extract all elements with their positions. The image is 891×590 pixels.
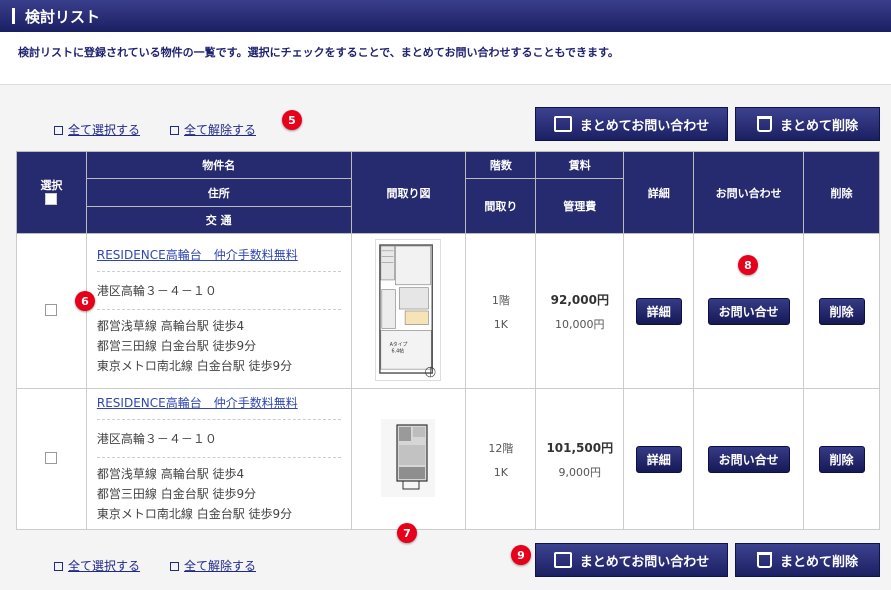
checkbox-icon (170, 126, 180, 135)
station-line: 都営三田線 白金台駅 徒歩9分 (96, 487, 257, 501)
bulk-inquiry-button[interactable]: まとめてお問い合わせ (535, 107, 728, 141)
property-info: RESIDENCE高輪台 仲介手数料無料 港区高輪３－４－１０ 都営浅草線 高輪… (85, 233, 352, 389)
favorites-table: 選択 物件名 間取り図 階数 賃料 詳細 お問い合わせ 削除 住所 間取り 管理… (16, 151, 880, 530)
layout-value: 1K (493, 317, 508, 331)
col-rent: 賃料 (535, 151, 625, 179)
annotation-marker-5: 5 (282, 110, 302, 130)
col-address: 住所 (85, 178, 352, 207)
annotation-marker-8: 8 (738, 255, 758, 275)
mail-icon (553, 552, 572, 568)
delete-button[interactable]: 削除 (818, 297, 865, 325)
bulk-inquiry-button-bottom[interactable]: まとめてお問い合わせ (535, 543, 728, 577)
header-accent (12, 8, 15, 24)
station-line: 東京メトロ南北線 白金台駅 徒歩9分 (96, 507, 293, 521)
floorplan-image[interactable] (381, 418, 436, 497)
col-select: 選択 (16, 151, 87, 234)
row-select-cell (16, 388, 87, 530)
delete-cell: 削除 (803, 233, 880, 389)
trash-icon (756, 116, 772, 132)
col-detail: 詳細 (623, 151, 695, 234)
station-line: 都営浅草線 高輪台駅 徒歩4 (96, 467, 245, 481)
property-address: 港区高輪３－４－１０ (96, 430, 341, 458)
col-floorplan: 間取り図 (350, 151, 467, 234)
floor-cell: 12階 1K (465, 388, 537, 530)
inquiry-button[interactable]: お問い合せ (707, 445, 790, 473)
table-row: RESIDENCE高輪台 仲介手数料無料 港区高輪３－４－１０ 都営浅草線 高輪… (16, 388, 880, 530)
floorplan-cell (350, 388, 467, 530)
fee-value: 9,000円 (558, 465, 602, 479)
rent-value: 101,500円 (546, 440, 614, 455)
annotation-marker-9: 9 (511, 545, 531, 565)
svg-text:Aタイプ: Aタイプ (390, 340, 408, 347)
col-transport: 交 通 (85, 206, 352, 234)
property-name-link[interactable]: RESIDENCE高輪台 仲介手数料無料 (96, 246, 341, 272)
col-layout: 間取り (465, 178, 537, 234)
selection-links-top: 全て選択する 全て解除する (54, 121, 256, 138)
detail-button[interactable]: 詳細 (635, 297, 682, 325)
row-select-cell (16, 233, 87, 389)
select-all-link[interactable]: 全て選択する (54, 557, 140, 574)
select-all-link[interactable]: 全て選択する (54, 121, 140, 138)
floor-value: 12階 (488, 441, 514, 455)
delete-button[interactable]: 削除 (818, 445, 865, 473)
selection-links-bottom: 全て選択する 全て解除する (54, 557, 256, 574)
inquiry-cell: お問い合せ (693, 388, 805, 530)
rent-cell: 101,500円 9,000円 (535, 388, 625, 530)
row-checkbox[interactable] (45, 303, 58, 316)
rent-value: 92,000円 (550, 292, 609, 307)
layout-value: 1K (493, 465, 508, 479)
floorplan-cell: Aタイプ 6.4帖 (350, 233, 467, 389)
station-line: 東京メトロ南北線 白金台駅 徒歩9分 (96, 359, 293, 373)
intro-text: 検討リストに登録されている物件の一覧です。選択にチェックをすることで、まとめてお… (0, 32, 891, 85)
col-inquiry: お問い合わせ (693, 151, 805, 234)
checkbox-icon (54, 562, 63, 571)
delete-cell: 削除 (803, 388, 880, 530)
checkbox-icon (54, 126, 63, 135)
detail-cell: 詳細 (623, 233, 695, 389)
trash-icon (756, 552, 772, 568)
page-header: 検討リスト (0, 0, 891, 32)
svg-text:6.4帖: 6.4帖 (392, 347, 405, 354)
bulk-delete-button-bottom[interactable]: まとめて削除 (735, 543, 880, 577)
mail-icon (553, 116, 572, 132)
fee-value: 10,000円 (555, 317, 605, 331)
floor-cell: 1階 1K (465, 233, 537, 389)
floorplan-image[interactable]: Aタイプ 6.4帖 (375, 238, 442, 381)
property-address: 港区高輪３－４－１０ (96, 282, 341, 310)
checkbox-icon (170, 562, 180, 571)
inquiry-button[interactable]: お問い合せ (707, 297, 790, 325)
page-title: 検討リスト (25, 7, 101, 26)
property-name-link[interactable]: RESIDENCE高輪台 仲介手数料無料 (96, 394, 341, 420)
bulk-delete-button[interactable]: まとめて削除 (735, 107, 880, 141)
rent-cell: 92,000円 10,000円 (535, 233, 625, 389)
detail-button[interactable]: 詳細 (635, 445, 682, 473)
deselect-all-link[interactable]: 全て解除する (170, 121, 256, 138)
col-floor: 階数 (465, 151, 537, 179)
col-fee: 管理費 (535, 178, 625, 234)
floor-value: 1階 (491, 293, 510, 307)
row-checkbox[interactable] (45, 451, 58, 464)
col-delete: 削除 (803, 151, 880, 234)
annotation-marker-6: 6 (75, 291, 95, 311)
detail-cell: 詳細 (623, 388, 695, 530)
property-info: RESIDENCE高輪台 仲介手数料無料 港区高輪３－４－１０ 都営浅草線 高輪… (85, 388, 352, 530)
annotation-marker-7: 7 (397, 523, 417, 543)
station-line: 都営三田線 白金台駅 徒歩9分 (96, 339, 257, 353)
select-all-checkbox[interactable] (45, 193, 58, 205)
col-name: 物件名 (85, 151, 352, 179)
station-line: 都営浅草線 高輪台駅 徒歩4 (96, 319, 245, 333)
deselect-all-link[interactable]: 全て解除する (170, 557, 256, 574)
